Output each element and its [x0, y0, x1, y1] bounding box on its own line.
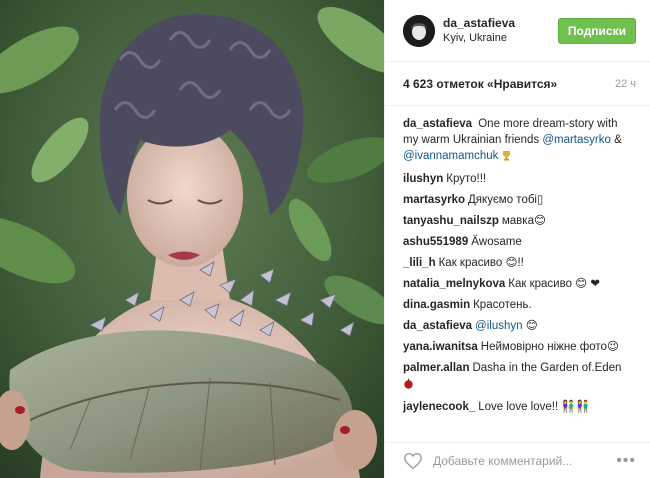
comment-text: Дякуємо тобі▯ [468, 194, 544, 206]
comment-text: Как красиво 😊!! [438, 257, 524, 269]
trophy-icon [502, 150, 511, 166]
like-button[interactable] [403, 452, 423, 470]
comment: tanyashu_nailszp мавка😊 [403, 213, 636, 229]
comment: _lili_h Как красиво 😊!! [403, 255, 636, 271]
header-location[interactable]: Kyiv, Ukraine [443, 31, 558, 46]
comment-text: Круто!!! [446, 173, 487, 185]
comment-username[interactable]: dina.gasmin [403, 299, 470, 311]
comment-text: Неймовірно ніжне фото😉 [480, 341, 619, 353]
post-photo[interactable] [0, 0, 384, 478]
post-stats: 4 623 отметок «Нравится» 22 ч [385, 62, 650, 106]
caption: da_astafieva One more dream-story with m… [403, 116, 636, 166]
comment-text: Красотень. [473, 299, 532, 311]
comment-text: 😊 [522, 320, 538, 332]
comment-list: da_astafieva One more dream-story with m… [385, 106, 650, 415]
post-sidebar: da_astafieva Kyiv, Ukraine Подписки 4 62… [384, 0, 650, 478]
comment: da_astafieva @ilushyn 😊 [403, 318, 636, 334]
comment-username[interactable]: tanyashu_nailszp [403, 215, 499, 227]
post-header: da_astafieva Kyiv, Ukraine Подписки [385, 0, 650, 62]
post-age[interactable]: 22 ч [615, 78, 636, 90]
more-options-button[interactable]: ••• [616, 452, 636, 470]
caption-amp: & [610, 134, 622, 146]
comment-username[interactable]: ashu551989 [403, 236, 468, 248]
comment: jaylenecook_ Love love love!! 👫👫 [403, 399, 636, 415]
comment-text: Love love love!! 👫👫 [478, 401, 590, 413]
comment-username[interactable]: jaylenecook_ [403, 401, 475, 413]
comment: ashu551989 Äwosame [403, 234, 636, 250]
comment-username[interactable]: ilushyn [403, 173, 443, 185]
comment-text: Äwosame [471, 236, 522, 248]
add-comment-input[interactable] [433, 453, 617, 468]
comment-username[interactable]: natalia_melnykova [403, 278, 505, 290]
caption-username[interactable]: da_astafieva [403, 118, 472, 130]
comment-username[interactable]: palmer.allan [403, 362, 469, 374]
likes-count[interactable]: 4 623 отметок «Нравится» [403, 77, 557, 91]
heart-icon [404, 452, 422, 469]
comment-bar: ••• [385, 442, 650, 478]
comment-mention[interactable]: @ilushyn [475, 320, 522, 332]
comment-username[interactable]: martasyrko [403, 194, 465, 206]
post-view: da_astafieva Kyiv, Ukraine Подписки 4 62… [0, 0, 650, 478]
caption-mention[interactable]: @martasyrko [542, 134, 611, 146]
apple-icon [403, 378, 414, 394]
comment-text: Dasha in the Garden of.Eden [472, 362, 622, 374]
comment: yana.iwanitsa Неймовірно ніжне фото😉 [403, 339, 636, 355]
comment: dina.gasmin Красотень. [403, 297, 636, 313]
photo-illustration [0, 0, 384, 478]
comment: palmer.allan Dasha in the Garden of.Eden [403, 360, 636, 394]
comment: natalia_melnykova Как красиво 😊 ❤ [403, 276, 636, 292]
follow-button[interactable]: Подписки [557, 17, 636, 44]
comment-username[interactable]: _lili_h [403, 257, 436, 269]
comment-text: мавка😊 [501, 215, 546, 227]
caption-mention[interactable]: @ivannamamchuk [403, 150, 498, 162]
header-username[interactable]: da_astafieva [443, 16, 558, 31]
comment-username[interactable]: yana.iwanitsa [403, 341, 478, 353]
comment: martasyrko Дякуємо тобі▯ [403, 192, 636, 208]
comment: ilushyn Круто!!! [403, 171, 636, 187]
avatar-image [403, 14, 435, 47]
comment-username[interactable]: da_astafieva [403, 320, 472, 332]
avatar[interactable] [403, 14, 435, 47]
comment-text: Как красиво 😊 ❤ [508, 278, 600, 290]
